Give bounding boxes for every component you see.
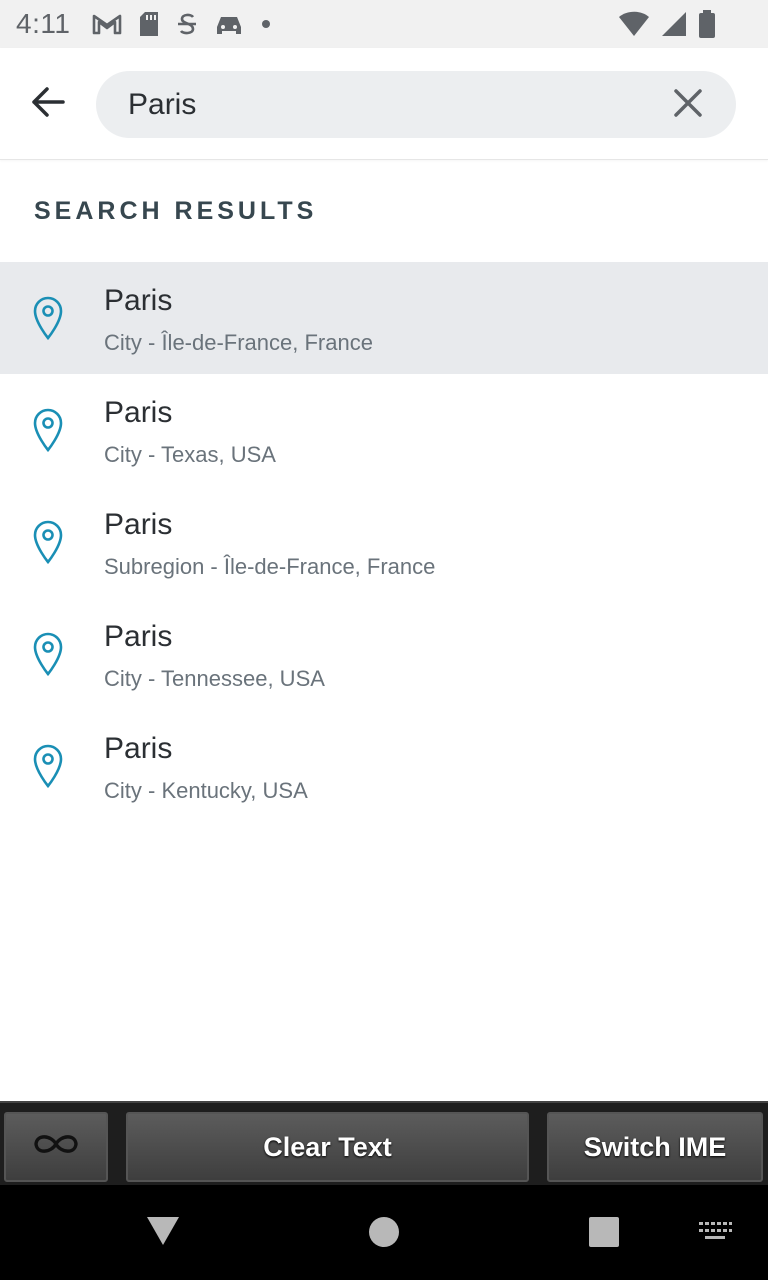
helper-toolbar: Clear Text Switch IME [0,1101,768,1185]
result-title: Paris [104,396,173,429]
close-icon [673,88,703,123]
sd-card-icon [138,11,160,37]
result-item[interactable]: Paris City - Tennessee, USA [0,598,768,710]
location-pin-icon [33,296,63,340]
result-item[interactable]: Paris City - Île-de-France, France [0,262,768,374]
result-title: Paris [104,732,173,765]
navigation-bar [0,1185,768,1280]
clear-search-button[interactable] [664,81,712,129]
status-bar: 4:11 [0,0,768,48]
result-subtitle: City - Île-de-France, France [104,330,373,355]
result-subtitle: City - Tennessee, USA [104,666,325,691]
notification-icons [92,11,272,37]
result-item[interactable]: Paris City - Kentucky, USA [0,710,768,822]
result-title: Paris [104,620,173,653]
clear-text-button[interactable]: Clear Text [126,1112,529,1182]
result-item[interactable]: Paris City - Texas, USA [0,374,768,486]
search-input[interactable] [128,71,648,138]
wifi-icon [618,11,650,37]
result-title: Paris [104,284,173,317]
infinity-button[interactable] [4,1112,108,1182]
car-icon [214,12,244,36]
result-subtitle: City - Texas, USA [104,442,276,467]
signal-icon [660,11,688,37]
switch-ime-button[interactable]: Switch IME [547,1112,763,1182]
result-item[interactable]: Paris Subregion - Île-de-France, France [0,486,768,598]
back-button[interactable] [24,80,72,128]
keyboard-icon[interactable] [697,1220,733,1244]
search-bar [96,71,736,138]
location-pin-icon [33,408,63,452]
nav-home-icon[interactable] [369,1217,399,1247]
location-pin-icon [33,744,63,788]
dot-icon [260,18,272,30]
result-subtitle: Subregion - Île-de-France, France [104,554,436,579]
status-time: 4:11 [16,8,71,39]
gmail-icon [92,13,122,35]
search-header [0,48,768,160]
battery-icon [698,10,716,38]
nav-back-icon[interactable] [145,1215,181,1247]
system-status-icons [618,10,716,38]
s-badge-icon [176,11,198,37]
location-pin-icon [33,520,63,564]
search-results-list: Paris City - Île-de-France, France Paris… [0,262,768,822]
arrow-left-icon [30,86,66,123]
result-title: Paris [104,508,173,541]
result-subtitle: City - Kentucky, USA [104,778,308,803]
search-results-heading: SEARCH RESULTS [34,197,318,225]
location-pin-icon [33,632,63,676]
infinity-icon [31,1131,81,1164]
nav-recents-icon[interactable] [589,1217,619,1247]
